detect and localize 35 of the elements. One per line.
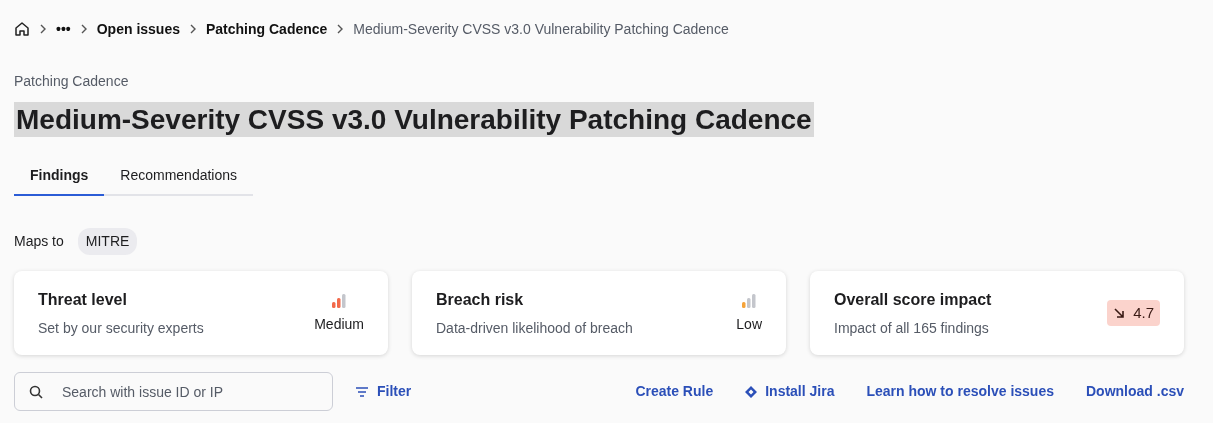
breadcrumb-link[interactable]: Open issues [96, 18, 180, 40]
card-title: Overall score impact [834, 289, 992, 310]
framework-tag: MITRE [77, 228, 138, 255]
search-field[interactable]: Search with issue ID or IP [14, 372, 333, 411]
level-reading: Low [736, 314, 762, 334]
home-icon[interactable] [14, 21, 30, 37]
chevron-icon [189, 24, 197, 34]
level-reading: Medium [314, 314, 364, 334]
breadcrumb-link[interactable]: Patching Cadence [206, 18, 328, 40]
signal-bars-icon [332, 291, 347, 308]
card-title: Threat level [38, 289, 128, 310]
filter-button[interactable]: Filter [349, 380, 418, 403]
chevron-icon [39, 24, 47, 34]
arrow-icon [1113, 307, 1126, 319]
breadcrumb-current: Medium-Severity CVSS v3.0 Vulnerability Patching Cadence [353, 19, 729, 39]
more-button[interactable]: ••• [56, 18, 71, 40]
category-label: Patching Cadence [14, 72, 130, 91]
score-badge: 4.7 [1107, 299, 1160, 327]
tab[interactable]: Recommendations [104, 157, 254, 196]
tab[interactable]: Findings [14, 157, 105, 196]
maps-to-label: Maps to [14, 232, 64, 251]
filter-icon [355, 385, 369, 398]
card-subtitle: Impact of all 165 findings [834, 318, 990, 338]
chevron-icon [336, 24, 345, 34]
card-subtitle: Set by our security experts [38, 318, 204, 338]
signal-bars-icon [742, 291, 757, 308]
card-subtitle: Data-driven likelihood of breach [436, 318, 633, 338]
action-link[interactable]: Install Jira [745, 381, 835, 402]
page-title: Medium-Severity CVSS v3.0 Vulnerability Patching Cadence [14, 102, 814, 137]
action-link[interactable]: Download .csv [1085, 381, 1184, 402]
action-link[interactable]: Learn how to resolve issues [866, 381, 1054, 402]
chevron-icon [79, 24, 88, 34]
action-link[interactable]: Create Rule [635, 381, 714, 402]
diamond-icon [745, 385, 758, 398]
card-title: Breach risk [436, 289, 525, 310]
